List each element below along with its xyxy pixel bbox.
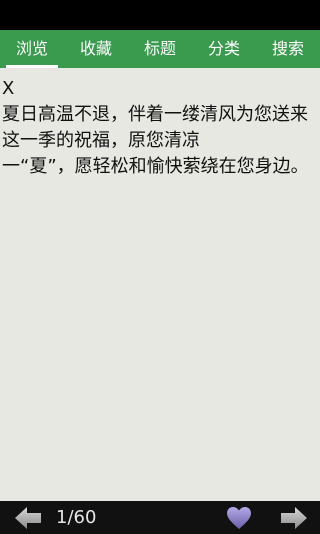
- tab-favorites-label: 收藏: [79, 39, 112, 58]
- tab-search[interactable]: 搜索: [256, 30, 320, 68]
- tab-bar: 浏览 收藏 标题 分类 搜索: [0, 30, 320, 68]
- tab-categories[interactable]: 分类: [192, 30, 256, 68]
- message-title: X: [2, 78, 15, 99]
- tab-browse-label: 浏览: [15, 39, 48, 58]
- tab-titles[interactable]: 标题: [128, 30, 192, 68]
- bottom-bar: [0, 501, 320, 534]
- heart-icon: [227, 506, 251, 529]
- tab-titles-label: 标题: [143, 39, 176, 58]
- tab-categories-label: 分类: [207, 39, 240, 58]
- next-button[interactable]: [276, 501, 312, 534]
- prev-button[interactable]: [10, 501, 46, 534]
- left-arrow-icon: [15, 506, 41, 529]
- tab-browse[interactable]: 浏览: [0, 30, 64, 68]
- right-arrow-icon: [281, 506, 307, 529]
- tab-search-label: 搜索: [271, 39, 304, 58]
- page-indicator-wrap: 1/60: [56, 501, 96, 534]
- favorite-button[interactable]: [224, 501, 254, 534]
- status-bar: [0, 0, 320, 30]
- message-body: 夏日高温不退，伴着一缕清风为您送来这一季的祝福，原您清凉 一“夏”，愿轻松和愉快…: [2, 104, 309, 177]
- tab-favorites[interactable]: 收藏: [64, 30, 128, 68]
- page-indicator: 1/60: [56, 507, 97, 528]
- message-content: X 夏日高温不退，伴着一缕清风为您送来这一季的祝福，原您清凉 一“夏”，愿轻松和…: [0, 68, 320, 501]
